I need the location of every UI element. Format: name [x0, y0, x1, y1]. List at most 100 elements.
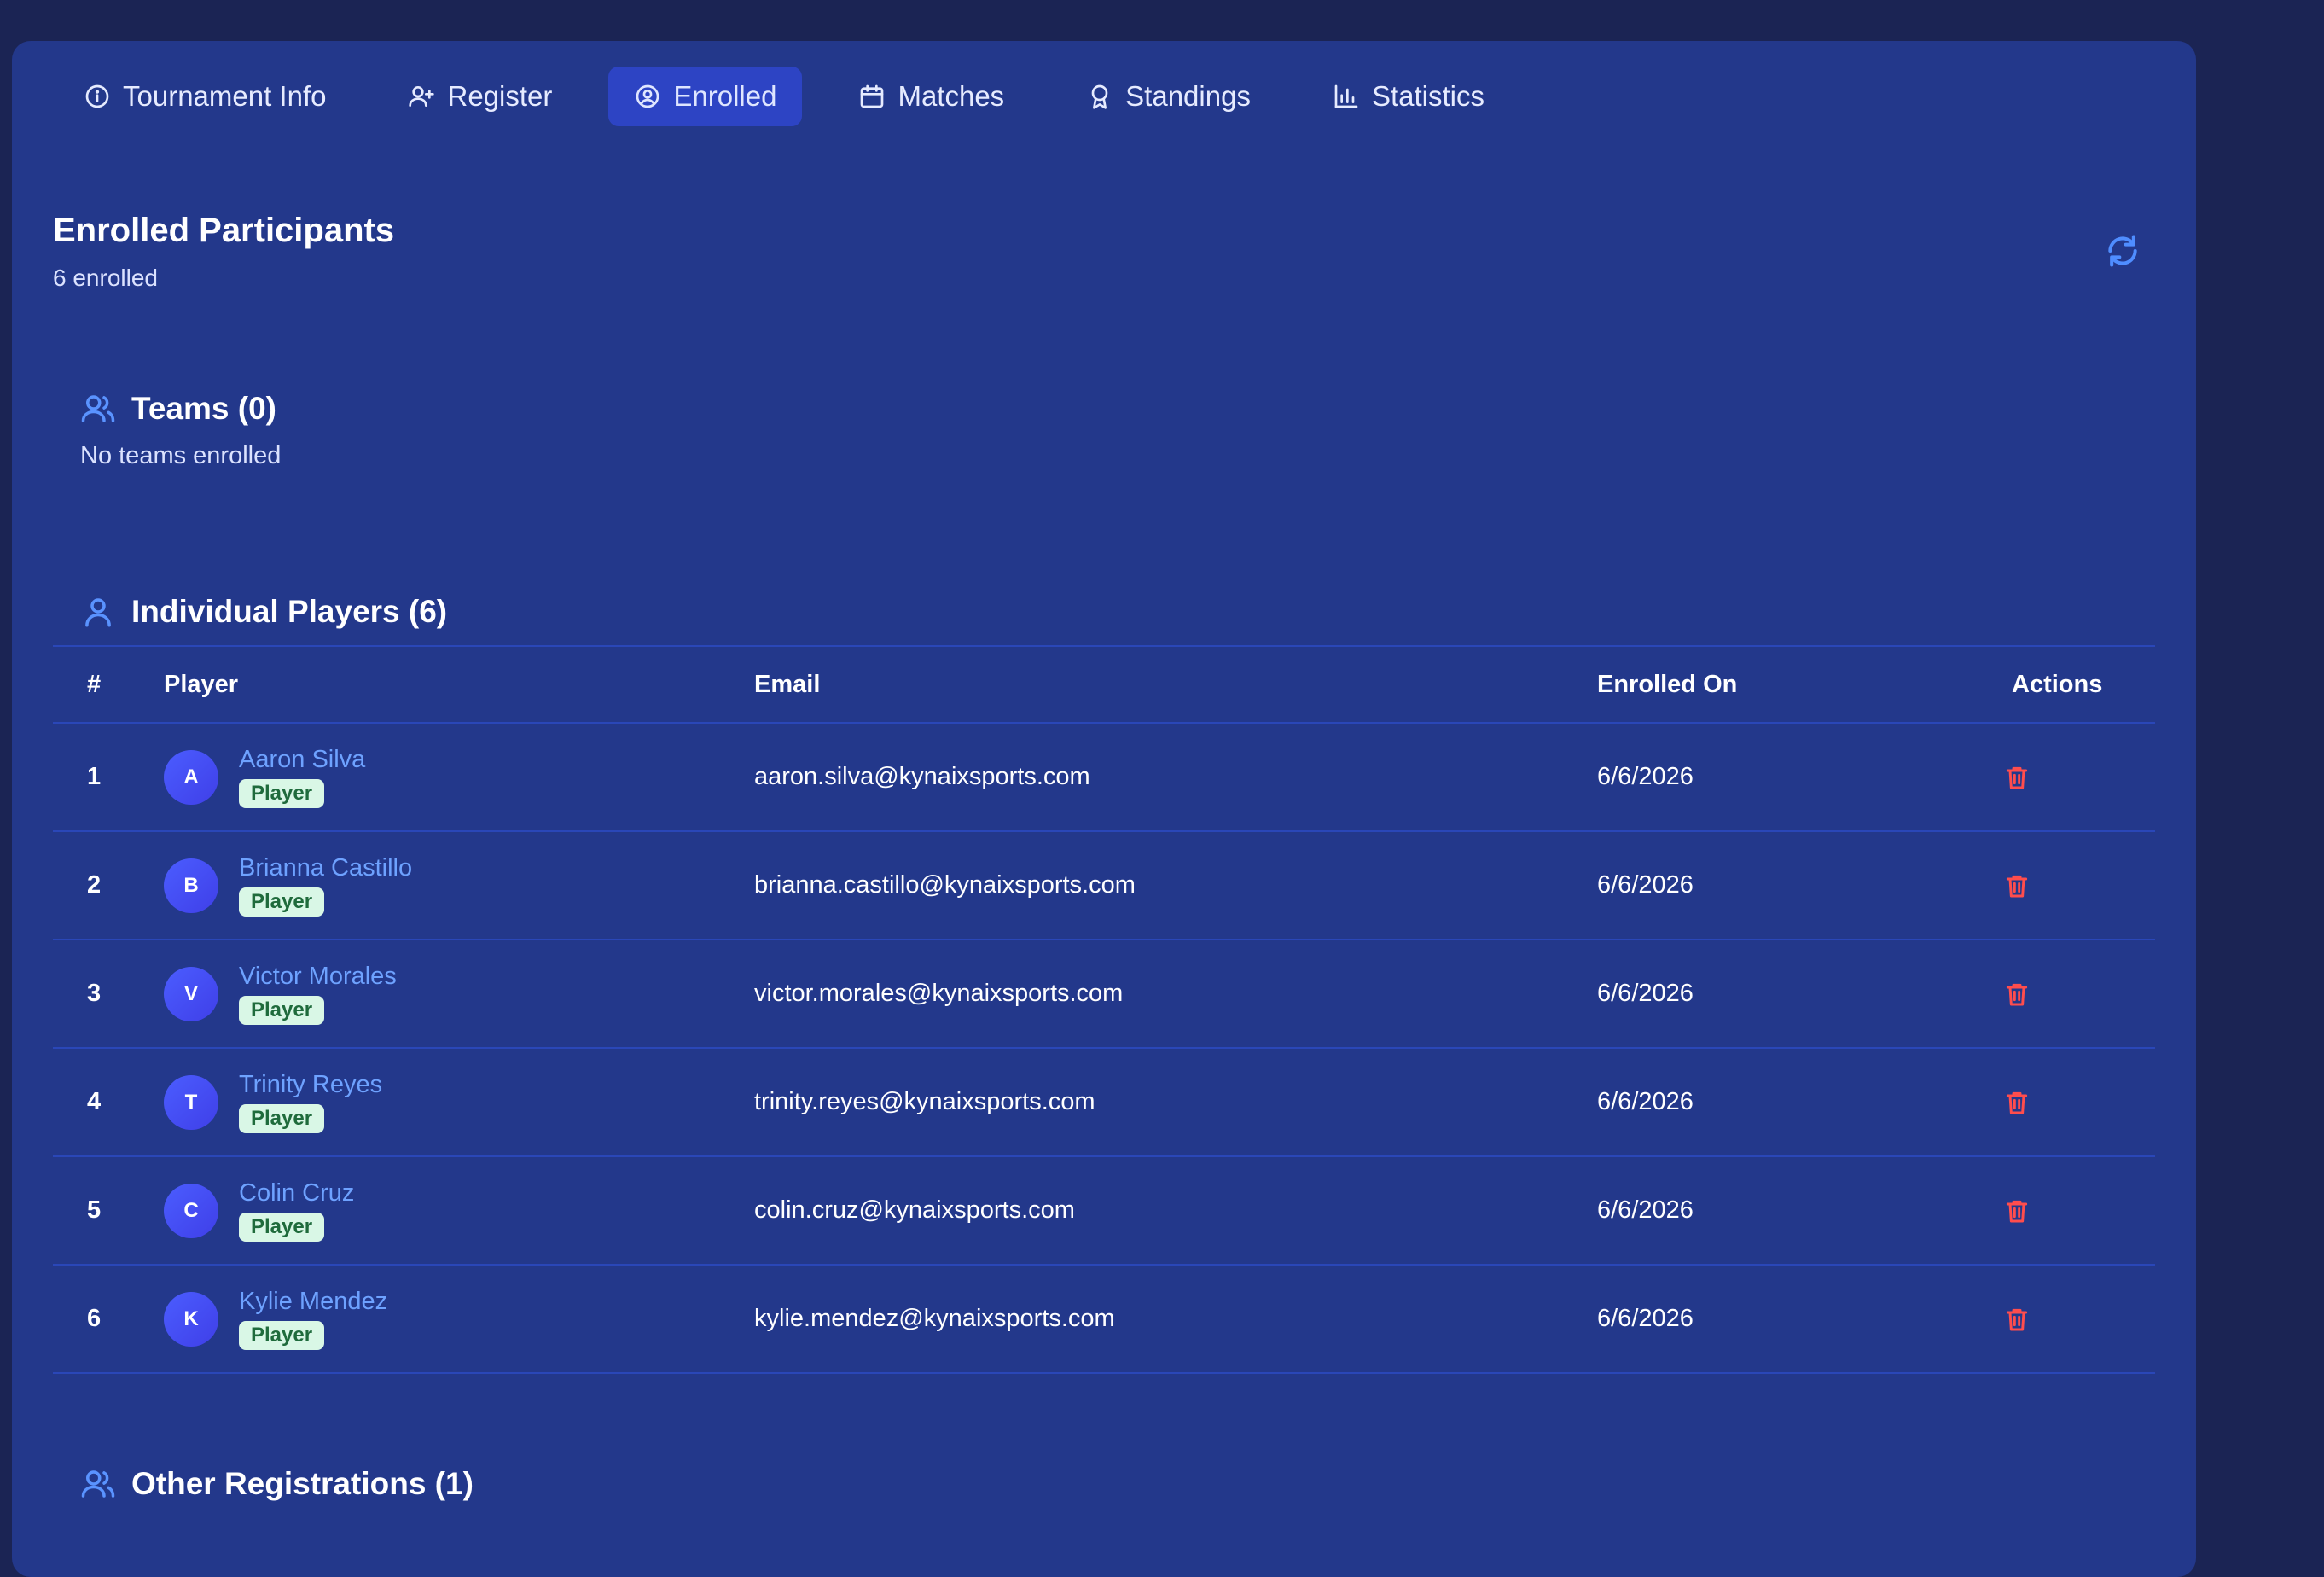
delete-button[interactable]	[2000, 760, 2034, 794]
role-badge: Player	[239, 1321, 325, 1350]
avatar: A	[164, 749, 218, 805]
delete-button[interactable]	[2000, 1085, 2034, 1120]
users-icon	[81, 395, 115, 422]
role-badge: Player	[239, 779, 325, 808]
refresh-icon	[2108, 235, 2137, 267]
bar-chart-icon	[1334, 84, 1358, 108]
players-table: # Player Email Enrolled On Actions 1 A A…	[53, 645, 2155, 1374]
enrolled-date: 6/6/2026	[1597, 1305, 1694, 1332]
trash-icon	[2006, 983, 2028, 1005]
col-enrolled-on: Enrolled On	[1597, 670, 1738, 698]
tab-tournament-info[interactable]: Tournament Info	[58, 67, 352, 126]
player-email: victor.morales@kynaixsports.com	[754, 980, 1124, 1007]
enrolled-date: 6/6/2026	[1597, 763, 1694, 790]
player-name-link[interactable]: Kylie Mendez	[239, 1288, 387, 1316]
enrolled-date: 6/6/2026	[1597, 1088, 1694, 1115]
player-email: aaron.silva@kynaixsports.com	[754, 763, 1090, 790]
page-title: Enrolled Participants	[53, 212, 395, 249]
row-number: 4	[87, 1088, 102, 1115]
tab-label: Tournament Info	[123, 80, 327, 112]
user-icon	[85, 598, 111, 627]
player-name-link[interactable]: Trinity Reyes	[239, 1071, 382, 1099]
teams-heading-text: Teams (0)	[131, 391, 276, 426]
col-actions: Actions	[2012, 670, 2103, 698]
tab-label: Register	[447, 80, 553, 112]
row-number: 2	[87, 871, 102, 899]
col-email: Email	[754, 670, 821, 698]
enrolled-count: 6 enrolled	[53, 265, 158, 291]
avatar: B	[164, 858, 218, 913]
delete-button[interactable]	[2000, 1194, 2034, 1228]
main-panel: Tournament Info Register Enrolled Matche…	[12, 41, 2196, 1577]
tab-label: Enrolled	[673, 80, 777, 112]
calendar-icon	[861, 84, 884, 108]
user-circle-icon	[636, 84, 659, 108]
role-badge: Player	[239, 1213, 325, 1242]
tab-register[interactable]: Register	[382, 67, 578, 126]
player-name-link[interactable]: Colin Cruz	[239, 1179, 354, 1207]
player-cell: V Victor Morales Player	[164, 940, 397, 1047]
player-email: brianna.castillo@kynaixsports.com	[754, 871, 1136, 899]
tab-label: Standings	[1125, 80, 1251, 112]
user-plus-icon	[409, 86, 435, 107]
avatar: V	[164, 966, 218, 1021]
delete-button[interactable]	[2000, 869, 2034, 903]
player-cell: K Kylie Mendez Player	[164, 1266, 387, 1372]
trash-icon	[2006, 1308, 2028, 1330]
avatar: T	[164, 1074, 218, 1130]
enrolled-date: 6/6/2026	[1597, 1196, 1694, 1224]
delete-button[interactable]	[2000, 977, 2034, 1011]
avatar: K	[164, 1291, 218, 1347]
col-num: #	[87, 670, 102, 698]
tab-enrolled[interactable]: Enrolled	[608, 67, 803, 126]
table-row: 3 V Victor Morales Player victor.morales@…	[53, 940, 2155, 1049]
other-registrations-text: Other Registrations (1)	[131, 1466, 474, 1501]
table-header: # Player Email Enrolled On Actions	[53, 645, 2155, 724]
role-badge: Player	[239, 1104, 325, 1133]
table-row: 4 T Trinity Reyes Player trinity.reyes@ky…	[53, 1049, 2155, 1157]
player-email: colin.cruz@kynaixsports.com	[754, 1196, 1075, 1224]
trash-icon	[2006, 766, 2028, 788]
refresh-button[interactable]	[2102, 230, 2143, 271]
tab-bar: Tournament Info Register Enrolled Matche…	[58, 67, 1510, 126]
tab-matches[interactable]: Matches	[833, 67, 1030, 126]
row-number: 3	[87, 980, 102, 1007]
users-icon	[81, 1470, 115, 1498]
table-row: 5 C Colin Cruz Player colin.cruz@kynaixsp…	[53, 1157, 2155, 1266]
role-badge: Player	[239, 996, 325, 1025]
player-name-link[interactable]: Aaron Silva	[239, 746, 365, 774]
player-email: trinity.reyes@kynaixsports.com	[754, 1088, 1095, 1115]
teams-heading: Teams (0)	[80, 391, 276, 427]
row-number: 6	[87, 1305, 102, 1332]
table-row: 6 K Kylie Mendez Player kylie.mendez@kyna…	[53, 1266, 2155, 1374]
avatar: C	[164, 1183, 218, 1238]
table-row: 1 A Aaron Silva Player aaron.silva@kynaix…	[53, 724, 2155, 832]
other-registrations-heading: Other Registrations (1)	[80, 1466, 474, 1502]
award-icon	[1091, 84, 1108, 109]
trash-icon	[2006, 875, 2028, 897]
player-name-link[interactable]: Brianna Castillo	[239, 854, 412, 882]
table-row: 2 B Brianna Castillo Player brianna.casti…	[53, 832, 2155, 940]
trash-icon	[2006, 1200, 2028, 1222]
trash-icon	[2006, 1091, 2028, 1114]
tab-label: Statistics	[1371, 80, 1484, 112]
player-name-link[interactable]: Victor Morales	[239, 963, 397, 991]
player-cell: B Brianna Castillo Player	[164, 832, 412, 939]
player-cell: C Colin Cruz Player	[164, 1157, 354, 1264]
player-cell: T Trinity Reyes Player	[164, 1049, 382, 1155]
info-icon	[85, 84, 109, 108]
players-heading: Individual Players (6)	[80, 594, 447, 630]
enrolled-date: 6/6/2026	[1597, 980, 1694, 1007]
col-player: Player	[164, 670, 239, 698]
no-teams-message: No teams enrolled	[80, 442, 282, 469]
player-email: kylie.mendez@kynaixsports.com	[754, 1305, 1115, 1332]
tab-label: Matches	[898, 80, 1005, 112]
delete-button[interactable]	[2000, 1302, 2034, 1336]
tab-statistics[interactable]: Statistics	[1307, 67, 1510, 126]
row-number: 1	[87, 763, 102, 790]
players-heading-text: Individual Players (6)	[131, 594, 448, 629]
enrolled-date: 6/6/2026	[1597, 871, 1694, 899]
row-number: 5	[87, 1196, 102, 1224]
player-cell: A Aaron Silva Player	[164, 724, 365, 830]
tab-standings[interactable]: Standings	[1060, 67, 1276, 126]
